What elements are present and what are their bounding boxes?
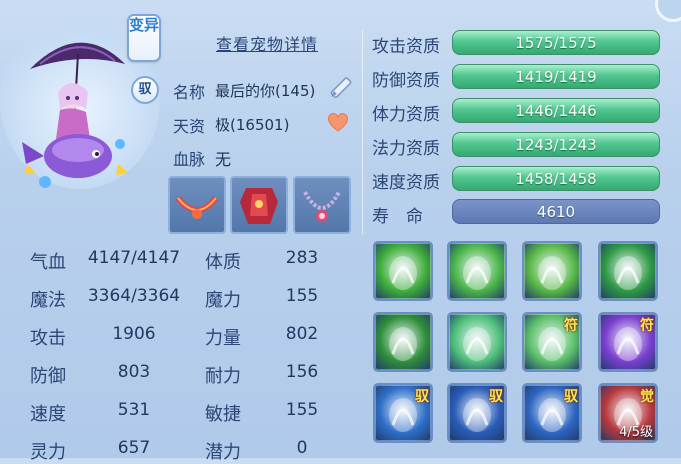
green-horse-skill-icon: [614, 256, 642, 290]
stat-label: 攻击: [30, 328, 66, 349]
skill-slot[interactable]: [522, 241, 582, 301]
talent-label: 天资: [173, 117, 206, 136]
heart-icon[interactable]: [326, 111, 350, 133]
stat-label: 魔法: [30, 290, 66, 311]
aptitude-label: 防御资质: [372, 71, 440, 91]
skill-tag-badge: 符: [564, 318, 578, 334]
aptitude-value: 1243/1243: [515, 136, 597, 154]
necklace-equipment-icon: [303, 191, 341, 222]
aptitude-value: 1575/1575: [515, 34, 597, 52]
skill-tag-badge: 驭: [415, 389, 429, 405]
equipment-slot-armor[interactable]: [230, 176, 288, 234]
attribute-value: 155: [285, 286, 319, 306]
equipment-slot-collar[interactable]: [168, 176, 226, 234]
view-pet-details-link[interactable]: 查看宠物详情: [216, 31, 318, 55]
panel-divider: [362, 30, 363, 235]
stat-value: 1906: [112, 324, 156, 344]
attribute-value: 283: [285, 248, 319, 268]
attribute-label: 潜力: [205, 442, 241, 463]
variant-badge-text: 变异: [129, 16, 160, 34]
skill-tag-badge: 驭: [564, 389, 578, 405]
collar-equipment-icon: [175, 196, 219, 219]
aptitude-bar: 1243/1243: [452, 132, 660, 157]
aptitude-bar: 1458/1458: [452, 166, 660, 191]
skill-slot[interactable]: [447, 241, 507, 301]
stat-value: 803: [117, 362, 151, 382]
skill-tag-badge: 觉: [640, 389, 654, 405]
green-ghost-skill-icon: [389, 256, 417, 290]
skill-slot[interactable]: 驭: [522, 383, 582, 443]
ride-badge-text: 驭: [138, 82, 152, 97]
aptitude-label: 速度资质: [372, 173, 440, 193]
attribute-label: 体质: [205, 252, 241, 273]
stat-label: 灵力: [30, 442, 66, 463]
skill-level-text: 4/5级: [619, 425, 653, 440]
lifespan-bar: 4610: [452, 199, 660, 224]
green-muscle-skill-icon: [389, 327, 417, 361]
purple-heart-skill-icon: [463, 327, 491, 361]
stat-value: 531: [117, 400, 151, 420]
skill-slot[interactable]: [598, 241, 658, 301]
attribute-label: 敏捷: [205, 404, 241, 425]
skill-tag-badge: 符: [640, 318, 654, 334]
ride-badge: 驭: [131, 76, 159, 104]
attribute-value: 0: [296, 438, 308, 458]
aptitude-label: 法力资质: [372, 139, 440, 159]
attribute-value: 155: [285, 400, 319, 420]
aptitude-label: 攻击资质: [372, 37, 440, 57]
skill-slot[interactable]: [373, 312, 433, 372]
aptitude-bar: 1446/1446: [452, 98, 660, 123]
variant-badge: 变异: [127, 14, 161, 62]
rename-pencil-icon[interactable]: [326, 74, 354, 102]
name-label: 名称: [173, 83, 206, 102]
aptitude-bar: 1419/1419: [452, 64, 660, 89]
attribute-label: 魔力: [205, 290, 241, 311]
bloodline-label: 血脉: [173, 150, 206, 169]
skill-slot[interactable]: 觉 4/5级: [598, 383, 658, 443]
skill-slot[interactable]: 驭: [447, 383, 507, 443]
attribute-value: 156: [285, 362, 319, 382]
stat-value: 3364/3364: [87, 286, 181, 306]
name-value: 最后的你(145): [215, 82, 316, 100]
green-boot-skill-icon: [538, 256, 566, 290]
stat-label: 速度: [30, 404, 66, 425]
green-spirit-wind-skill-icon: [463, 256, 491, 290]
aptitude-value: 1419/1419: [515, 68, 597, 86]
stat-value: 657: [117, 438, 151, 458]
attribute-label: 力量: [205, 328, 241, 349]
window-corner-ornament: [655, 0, 681, 22]
stat-label: 防御: [30, 366, 66, 387]
bloodline-value: 无: [215, 150, 232, 169]
skill-slot[interactable]: 驭: [373, 383, 433, 443]
talent-value: 极(16501): [215, 116, 290, 134]
lifespan-value: 4610: [536, 203, 576, 221]
skill-tag-badge: 驭: [489, 389, 503, 405]
skill-slot[interactable]: [373, 241, 433, 301]
stat-label: 气血: [30, 252, 66, 273]
skill-slot[interactable]: 符: [598, 312, 658, 372]
lifespan-label: 寿 命: [372, 207, 423, 227]
equipment-slot-necklace[interactable]: [293, 176, 351, 234]
aptitude-value: 1458/1458: [515, 170, 597, 188]
stat-value: 4147/4147: [87, 248, 181, 268]
aptitude-bar: 1575/1575: [452, 30, 660, 55]
armor-equipment-icon: [240, 188, 278, 224]
attribute-value: 802: [285, 324, 319, 344]
skill-slot[interactable]: 符: [522, 312, 582, 372]
skill-slot[interactable]: [447, 312, 507, 372]
aptitude-value: 1446/1446: [515, 102, 597, 120]
attribute-label: 耐力: [205, 366, 241, 387]
aptitude-label: 体力资质: [372, 105, 440, 125]
